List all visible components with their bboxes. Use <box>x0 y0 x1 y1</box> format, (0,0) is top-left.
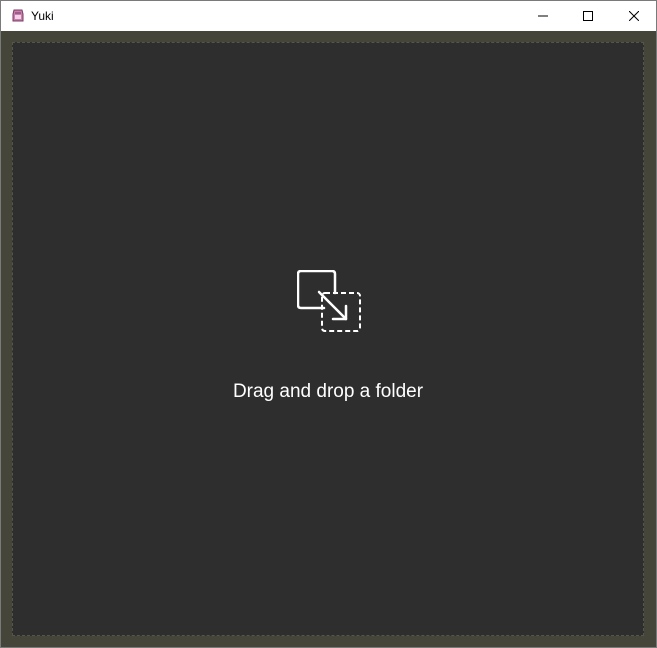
app-window: Yuki Drag and drop a folder <box>0 0 657 648</box>
close-icon <box>629 11 639 21</box>
title-bar[interactable]: Yuki <box>1 1 656 31</box>
folder-drop-zone[interactable]: Drag and drop a folder <box>12 42 644 636</box>
drop-instruction-label: Drag and drop a folder <box>232 381 424 402</box>
maximize-icon <box>583 11 593 21</box>
close-button[interactable] <box>611 1 657 31</box>
maximize-button[interactable] <box>565 1 611 31</box>
client-area: Drag and drop a folder <box>1 31 656 647</box>
drag-drop-icon <box>296 269 363 336</box>
window-title: Yuki <box>31 9 54 23</box>
minimize-button[interactable] <box>520 1 566 31</box>
minimize-icon <box>538 15 548 17</box>
yuki-app-icon <box>10 8 26 24</box>
